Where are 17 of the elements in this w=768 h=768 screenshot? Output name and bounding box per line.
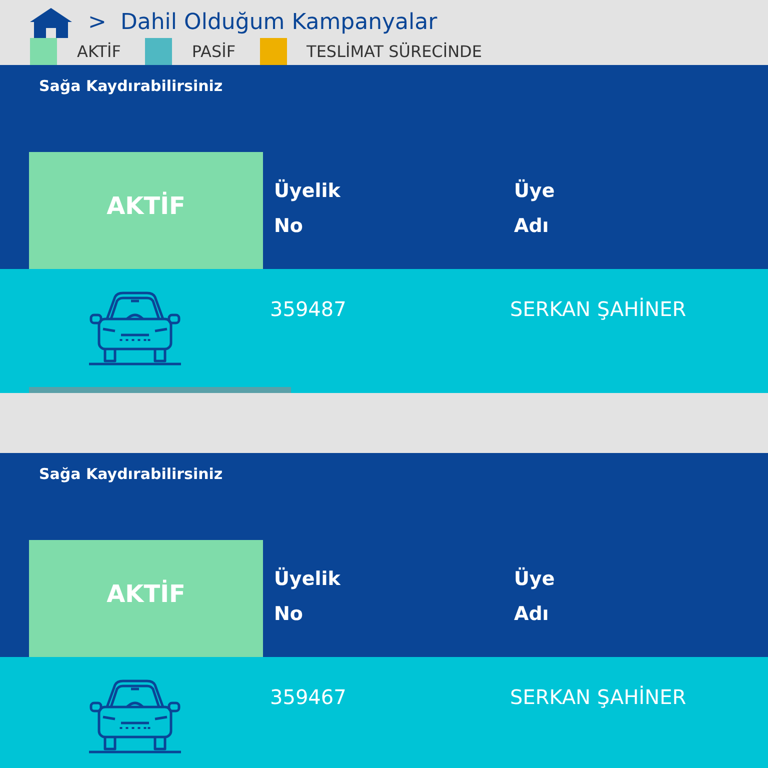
table-cell-text: 359467 xyxy=(270,684,348,711)
column-header: Üyelik No xyxy=(273,566,342,627)
column-header: Üyelik No xyxy=(273,178,342,239)
legend-label: PASİF xyxy=(192,42,236,61)
column-header: Üye Adı xyxy=(513,566,556,627)
column-header: Üye Adı xyxy=(513,178,556,239)
table-cell-text: SERKAN ŞAHİNER xyxy=(510,296,688,323)
swipe-hint: Sağa Kaydırabilirsiniz xyxy=(39,465,224,485)
status-block: AKTİF xyxy=(29,540,263,657)
legend-label: AKTİF xyxy=(77,42,121,61)
status-block: AKTİF xyxy=(29,152,263,269)
table-cell-text: SERKAN ŞAHİNER xyxy=(510,684,688,711)
breadcrumb-separator: > xyxy=(88,10,106,34)
table-cell-text: 359487 xyxy=(270,296,348,323)
legend-label: TESLİMAT SÜRECİNDE xyxy=(306,42,482,61)
swipe-hint: Sağa Kaydırabilirsiniz xyxy=(39,77,224,97)
page-title: Dahil Olduğum Kampanyalar xyxy=(120,10,438,34)
